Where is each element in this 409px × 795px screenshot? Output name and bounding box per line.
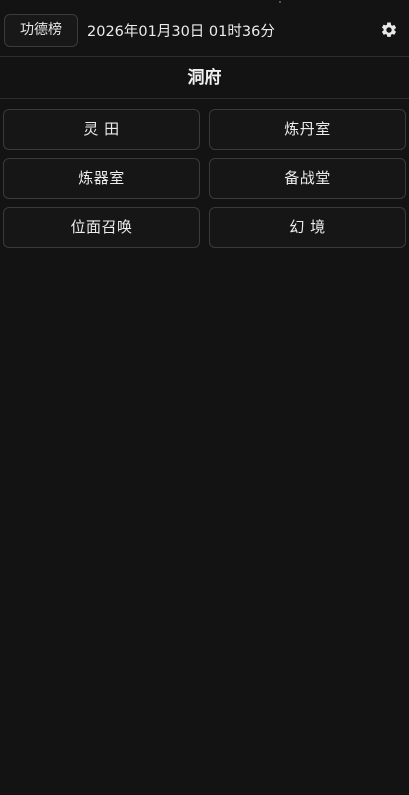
merit-ranking-button[interactable]: 功德榜 xyxy=(4,14,78,47)
datetime-label: 2026年01月30日 01时36分 xyxy=(87,24,275,40)
plane-summon-button[interactable]: 位面召唤 xyxy=(3,207,200,248)
forge-room-button[interactable]: 炼器室 xyxy=(3,158,200,199)
illusion-realm-button[interactable]: 幻 境 xyxy=(209,207,406,248)
spirit-field-button[interactable]: 灵 田 xyxy=(3,109,200,150)
top-bar: 功德榜 2026年01月30日 01时36分 xyxy=(0,0,409,57)
battle-prep-hall-button[interactable]: 备战堂 xyxy=(209,158,406,199)
cave-menu-grid: 灵 田 炼丹室 炼器室 备战堂 位面召唤 幻 境 xyxy=(3,109,406,248)
page-title: 洞府 xyxy=(0,57,409,99)
gear-icon[interactable] xyxy=(380,21,398,39)
alchemy-room-button[interactable]: 炼丹室 xyxy=(209,109,406,150)
